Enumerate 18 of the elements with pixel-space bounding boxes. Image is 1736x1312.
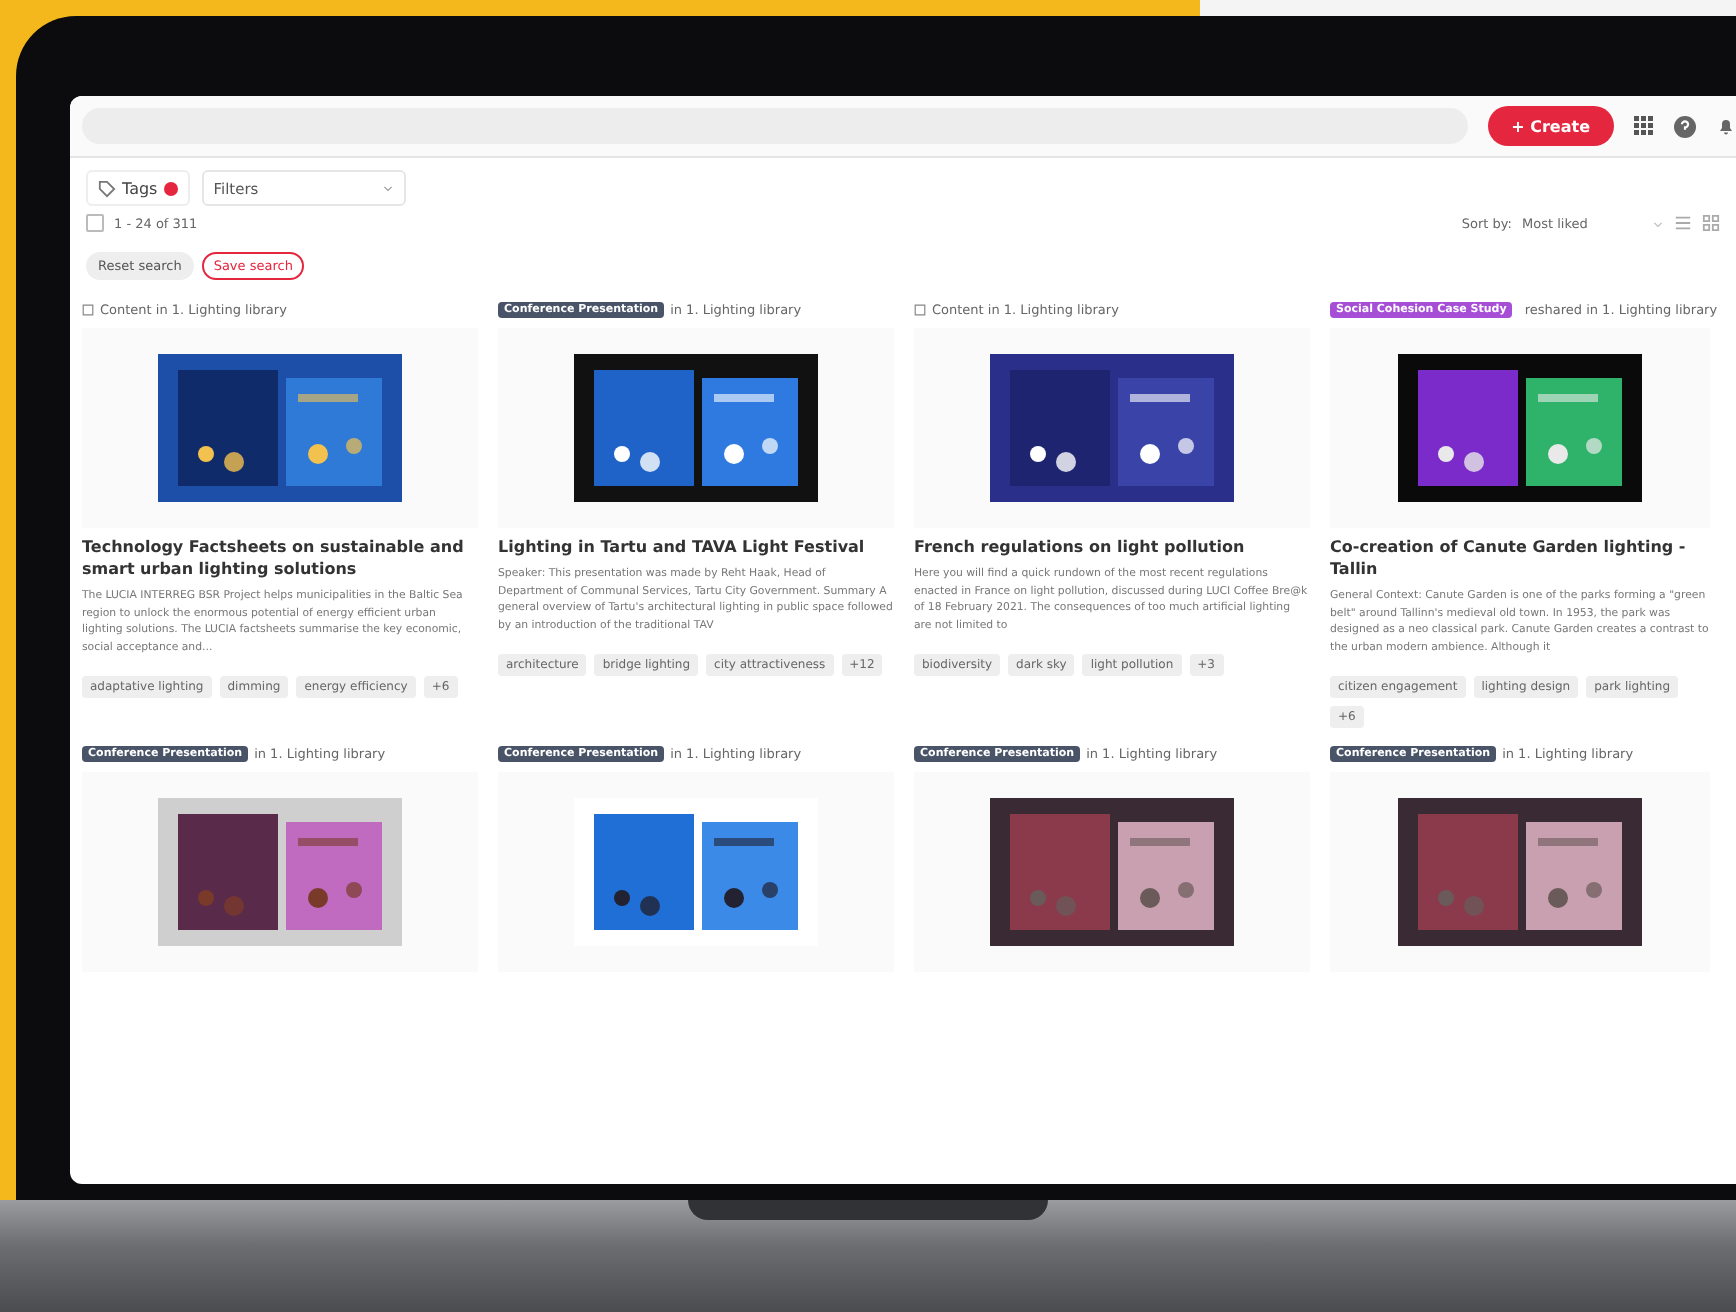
chevron-down-icon bbox=[381, 182, 394, 194]
bell-icon[interactable] bbox=[1716, 116, 1736, 136]
count-dot-icon bbox=[163, 181, 178, 195]
chevron-down-icon bbox=[1652, 217, 1664, 229]
help-icon[interactable] bbox=[1674, 115, 1696, 137]
document-icon bbox=[82, 304, 94, 316]
tag-icon bbox=[98, 179, 116, 197]
apps-grid-icon[interactable] bbox=[1634, 116, 1654, 136]
tags-button[interactable]: Tags bbox=[86, 170, 190, 206]
card-title[interactable]: Technology Factsheets on sustainable and smart urban lighting solutions bbox=[82, 536, 478, 580]
select-all-checkbox[interactable] bbox=[86, 214, 104, 232]
card-title[interactable]: Lighting in Tartu and TAVA Light Festival bbox=[498, 536, 894, 558]
card-title[interactable]: Co-creation of Canute Garden lighting - Tallin bbox=[1330, 536, 1710, 580]
list-view-icon bbox=[1674, 214, 1692, 232]
document-icon bbox=[914, 304, 926, 316]
card-title[interactable]: French regulations on light pollution bbox=[914, 536, 1310, 558]
create-button[interactable]: + Create bbox=[1487, 106, 1614, 146]
grid-view-icon bbox=[1702, 214, 1720, 232]
